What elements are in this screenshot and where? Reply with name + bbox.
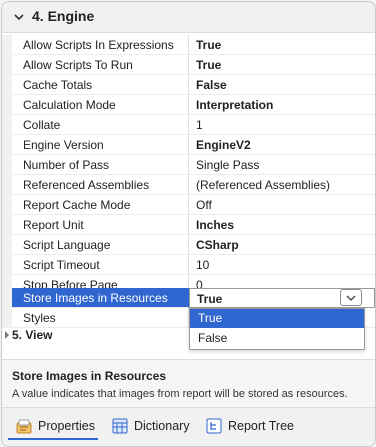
property-row[interactable]: Allow Scripts To Run True bbox=[2, 55, 375, 75]
property-value[interactable]: True bbox=[189, 55, 375, 75]
property-row[interactable]: Calculation Mode Interpretation bbox=[2, 95, 375, 115]
property-row[interactable]: Collate 1 bbox=[2, 115, 375, 135]
property-name: Engine Version bbox=[12, 135, 189, 155]
tab-label: Properties bbox=[38, 419, 95, 433]
active-tab-indicator bbox=[8, 438, 98, 440]
property-value[interactable]: Off bbox=[189, 195, 375, 215]
property-name: Collate bbox=[12, 115, 189, 135]
property-row[interactable]: Script Timeout 10 bbox=[2, 255, 375, 275]
property-row[interactable]: Cache Totals False bbox=[2, 75, 375, 95]
property-name: Calculation Mode bbox=[12, 95, 189, 115]
property-value: True bbox=[197, 292, 223, 306]
property-name: Script Timeout bbox=[12, 255, 189, 275]
category-title: 4. Engine bbox=[32, 8, 95, 24]
property-row[interactable]: Engine Version EngineV2 bbox=[2, 135, 375, 155]
tab-report-tree[interactable]: Report Tree bbox=[200, 408, 310, 446]
tab-label: Report Tree bbox=[228, 419, 295, 433]
property-value[interactable]: True bbox=[189, 35, 375, 55]
description-panel: Store Images in Resources A value indica… bbox=[2, 359, 375, 408]
chevron-down-icon[interactable] bbox=[12, 10, 26, 24]
dictionary-icon bbox=[112, 418, 128, 434]
description-text: A value indicates that images from repor… bbox=[12, 388, 348, 400]
property-name: Number of Pass bbox=[12, 155, 189, 175]
property-name: Store Images in Resources bbox=[12, 288, 189, 308]
tab-label: Dictionary bbox=[134, 419, 190, 433]
property-value[interactable]: (Referenced Assemblies) bbox=[189, 175, 375, 195]
properties-panel: 4. Engine Allow Scripts In Expressions T… bbox=[1, 1, 376, 447]
bottom-tabs: Properties Dictionary Report Tree bbox=[2, 407, 375, 446]
property-row[interactable]: Allow Scripts In Expressions True bbox=[2, 35, 375, 55]
property-name: Report Cache Mode bbox=[12, 195, 189, 215]
property-value[interactable]: 1 bbox=[189, 115, 375, 135]
property-name: Allow Scripts In Expressions bbox=[12, 35, 189, 55]
property-value[interactable]: Single Pass bbox=[189, 155, 375, 175]
chevron-right-icon[interactable] bbox=[4, 331, 10, 339]
dropdown-list: True False bbox=[189, 308, 365, 350]
property-value[interactable]: CSharp bbox=[189, 235, 375, 255]
property-value[interactable]: False bbox=[189, 75, 375, 95]
property-value[interactable]: 10 bbox=[189, 255, 375, 275]
description-title: Store Images in Resources bbox=[12, 369, 167, 383]
dropdown-option-false[interactable]: False bbox=[190, 329, 364, 348]
tab-dictionary[interactable]: Dictionary bbox=[106, 408, 198, 446]
chevron-down-icon bbox=[346, 295, 356, 301]
properties-icon bbox=[16, 419, 32, 434]
property-name: Cache Totals bbox=[12, 75, 189, 95]
property-name: Allow Scripts To Run bbox=[12, 55, 189, 75]
property-name: Report Unit bbox=[12, 215, 189, 235]
dropdown-option-true[interactable]: True bbox=[190, 309, 364, 328]
property-row[interactable]: Script Language CSharp bbox=[2, 235, 375, 255]
category-title: 5. View bbox=[12, 328, 53, 342]
property-value[interactable]: Interpretation bbox=[189, 95, 375, 115]
property-row-selected[interactable]: Store Images in Resources True bbox=[2, 288, 375, 308]
property-row[interactable]: Report Cache Mode Off bbox=[2, 195, 375, 215]
report-tree-icon bbox=[206, 418, 222, 434]
category-header-engine[interactable]: 4. Engine bbox=[2, 2, 375, 33]
property-name: Referenced Assemblies bbox=[12, 175, 189, 195]
property-row[interactable]: Number of Pass Single Pass bbox=[2, 155, 375, 175]
tab-properties[interactable]: Properties bbox=[2, 408, 102, 446]
property-value[interactable]: Inches bbox=[189, 215, 375, 235]
dropdown-button[interactable] bbox=[340, 289, 362, 306]
property-name: Script Language bbox=[12, 235, 189, 255]
property-value[interactable]: EngineV2 bbox=[189, 135, 375, 155]
property-row[interactable]: Report Unit Inches bbox=[2, 215, 375, 235]
property-row[interactable]: Referenced Assemblies (Referenced Assemb… bbox=[2, 175, 375, 195]
